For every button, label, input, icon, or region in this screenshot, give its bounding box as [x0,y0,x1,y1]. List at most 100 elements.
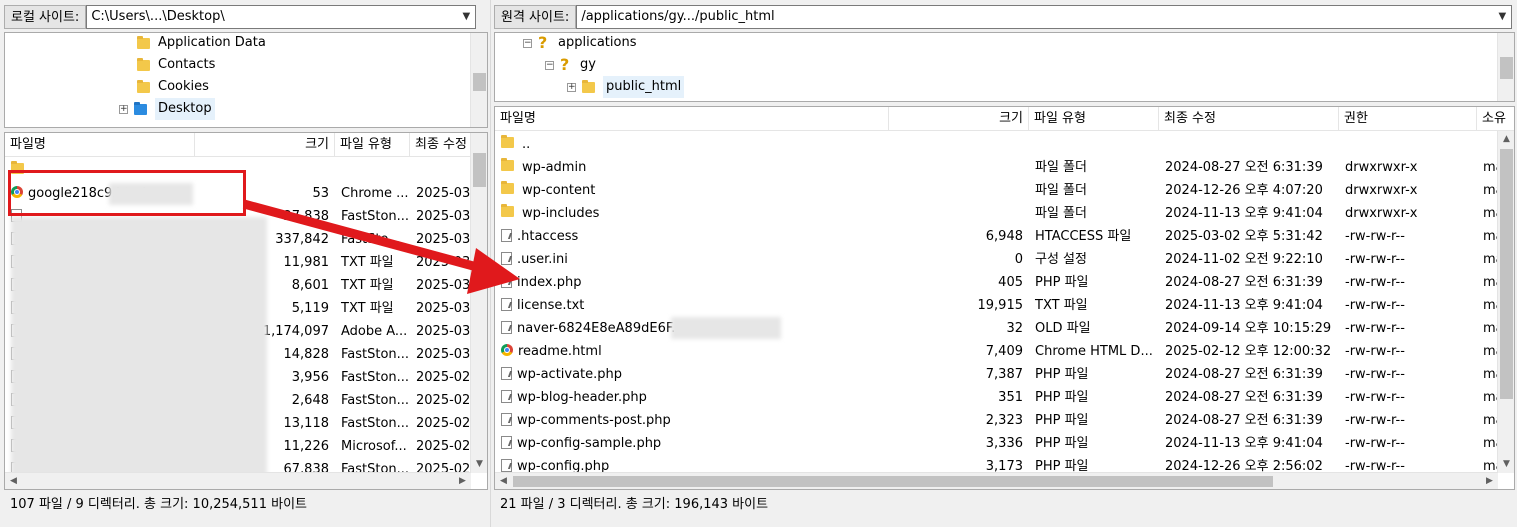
file-type-cell: HTACCESS 파일 [1035,229,1132,244]
file-modified-cell: 2024-08-27 오전 6:31:39 [1165,367,1323,382]
scroll-down-arrow-icon[interactable]: ▼ [1498,456,1514,473]
file-modified-cell: 2025-03 [416,255,471,270]
column-header-name[interactable]: 파일명 [5,133,195,157]
table-row[interactable]: wp-includes 파일 폴더 2024-11-13 오후 9:41:04 drw… [495,202,1498,225]
tree-node[interactable]: −? gy [545,54,596,76]
file-type-cell: 파일 폴더 [1035,183,1087,198]
tree-node[interactable]: Application Data [137,33,266,54]
tree-node-label: public_html [603,76,685,98]
scroll-up-arrow-icon[interactable]: ▲ [1498,131,1514,148]
table-row[interactable]: index.php 405 PHP 파일 2024-08-27 오전 6:31:39 -… [495,271,1498,294]
file-owner-cell: ma [1483,436,1498,451]
file-name-cell: readme.html [495,340,889,363]
column-header-size[interactable]: 크기 [195,133,335,157]
file-permissions-cell: -rw-rw-r-- [1345,252,1405,267]
local-directory-tree[interactable]: Application Data Contacts Cookies + Desktop [4,32,488,128]
file-size-cell: 6,948 [985,229,1023,244]
column-header-modified[interactable]: 최종 수정 [1159,107,1339,131]
expand-icon[interactable]: − [545,60,554,70]
remote-list-hscrollbar[interactable]: ◀ ▶ [495,472,1498,489]
file-type-cell: FastSton... [341,347,410,362]
scroll-thumb[interactable] [473,153,486,187]
column-header-type[interactable]: 파일 유형 [1029,107,1159,131]
local-list-hscrollbar[interactable]: ◀ ▶ [5,472,471,489]
tree-node[interactable]: −? applications [523,33,636,54]
table-row[interactable]: .. [495,133,1498,156]
file-name: wp-comments-post.php [517,413,671,428]
table-row[interactable]: wp-admin 파일 폴더 2024-08-27 오전 6:31:39 drwxrw… [495,156,1498,179]
local-pane: 로컬 사이트: C:\Users\...\Desktop\ ▼ Applicat… [0,0,490,527]
file-permissions-cell: -rw-rw-r-- [1345,298,1405,313]
table-row[interactable]: wp-blog-header.php 351 PHP 파일 2024-08-27 오전… [495,386,1498,409]
scroll-thumb[interactable] [1500,149,1513,399]
file-permissions-cell: -rw-rw-r-- [1345,390,1405,405]
file-modified-cell [1159,133,1339,156]
table-row[interactable]: license.txt 19,915 TXT 파일 2024-11-13 오후 9:4… [495,294,1498,317]
scroll-down-arrow-icon[interactable]: ▼ [471,456,487,473]
local-tree-scrollbar[interactable] [470,33,487,127]
table-row[interactable]: .htaccess 6,948 HTACCESS 파일 2025-03-02 오후 5… [495,225,1498,248]
scroll-thumb[interactable] [473,73,486,91]
file-owner-cell: ma [1483,160,1498,175]
column-header-type[interactable]: 파일 유형 [335,133,410,157]
remote-list-scrollbar[interactable]: ▲ ▼ [1497,131,1514,473]
remote-status-bar: 21 파일 / 3 디렉터리. 총 크기: 196,143 바이트 [500,497,769,512]
remote-tree-scrollbar[interactable] [1497,33,1514,101]
remote-directory-tree[interactable]: −? applications −? gy + public_html [494,32,1515,102]
file-type-cell: PHP 파일 [1035,436,1089,451]
tree-node[interactable]: + Desktop [119,98,215,120]
local-list-scrollbar[interactable]: ▼ [470,133,487,473]
remote-site-bar: 원격 사이트: /applications/gy.../public_html … [494,4,1513,30]
column-header-owner[interactable]: 소유 [1477,107,1514,131]
column-header-permissions[interactable]: 권한 [1339,107,1477,131]
scroll-thumb[interactable] [1500,57,1513,79]
chevron-down-icon[interactable]: ▼ [1495,7,1509,27]
tree-node[interactable]: + public_html [567,76,685,98]
column-header-size[interactable]: 크기 [889,107,1029,131]
file-type-cell: TXT 파일 [1035,298,1088,313]
scroll-right-arrow-icon[interactable]: ▶ [1481,473,1498,489]
file-size-cell: 32 [1006,321,1023,336]
file-name-cell: .htaccess [495,225,889,248]
file-modified-cell: 2024-08-27 오전 6:31:39 [1165,160,1323,175]
local-site-path-input[interactable]: C:\Users\...\Desktop\ ▼ [86,5,477,29]
expand-icon[interactable]: + [119,104,128,114]
remote-site-path-input[interactable]: /applications/gy.../public_html ▼ [576,5,1513,29]
file-icon [501,229,512,242]
tree-node-label: Contacts [158,57,216,72]
file-permissions-cell: drwxrwxr-x [1345,160,1418,175]
file-name-cell: wp-includes [495,202,889,225]
scroll-left-arrow-icon[interactable]: ◀ [495,473,512,489]
file-permissions-cell: -rw-rw-r-- [1345,229,1405,244]
file-size-cell [889,133,1029,156]
expand-icon[interactable]: − [523,38,532,48]
table-row[interactable]: naver-6824E8eA89dE6F...old 32 OLD 파일 2024-0… [495,317,1498,340]
file-name: wp-admin [522,160,587,175]
expand-icon[interactable]: + [567,82,576,92]
file-name-cell: wp-activate.php [495,363,889,386]
table-row[interactable]: readme.html 7,409 Chrome HTML D... 2025-02-… [495,340,1498,363]
folder-icon [501,204,514,217]
file-type-cell: PHP 파일 [1035,413,1089,428]
table-row[interactable]: wp-content 파일 폴더 2024-12-26 오후 4:07:20 drwx… [495,179,1498,202]
file-size-cell: 405 [998,275,1023,290]
file-icon [501,252,512,265]
table-row[interactable]: .user.ini 0 구성 설정 2024-11-02 오전 9:22:10 -rw-… [495,248,1498,271]
column-header-name[interactable]: 파일명 [495,107,889,131]
file-icon [501,298,512,311]
folder-icon [501,181,514,194]
chevron-down-icon[interactable]: ▼ [459,7,473,27]
table-row[interactable]: wp-activate.php 7,387 PHP 파일 2024-08-27 오전 … [495,363,1498,386]
table-row[interactable]: wp-comments-post.php 2,323 PHP 파일 2024-08-2… [495,409,1498,432]
file-modified-cell: 2025-03 [416,301,471,316]
file-modified-cell: 2024-11-13 오후 9:41:04 [1165,206,1323,221]
column-header-modified[interactable]: 최종 수정 [410,133,471,157]
tree-node[interactable]: Cookies [137,76,209,98]
scroll-thumb[interactable] [513,476,1273,487]
scroll-left-arrow-icon[interactable]: ◀ [5,473,22,489]
tree-node[interactable]: Contacts [137,54,215,76]
remote-file-list[interactable]: 파일명 크기 파일 유형 최종 수정 권한 소유 .. wp-admin 파일 폴더… [494,106,1515,490]
scroll-right-arrow-icon[interactable]: ▶ [454,473,471,489]
table-row[interactable]: wp-config-sample.php 3,336 PHP 파일 2024-11-1… [495,432,1498,455]
file-owner-cell: ma [1483,321,1498,336]
